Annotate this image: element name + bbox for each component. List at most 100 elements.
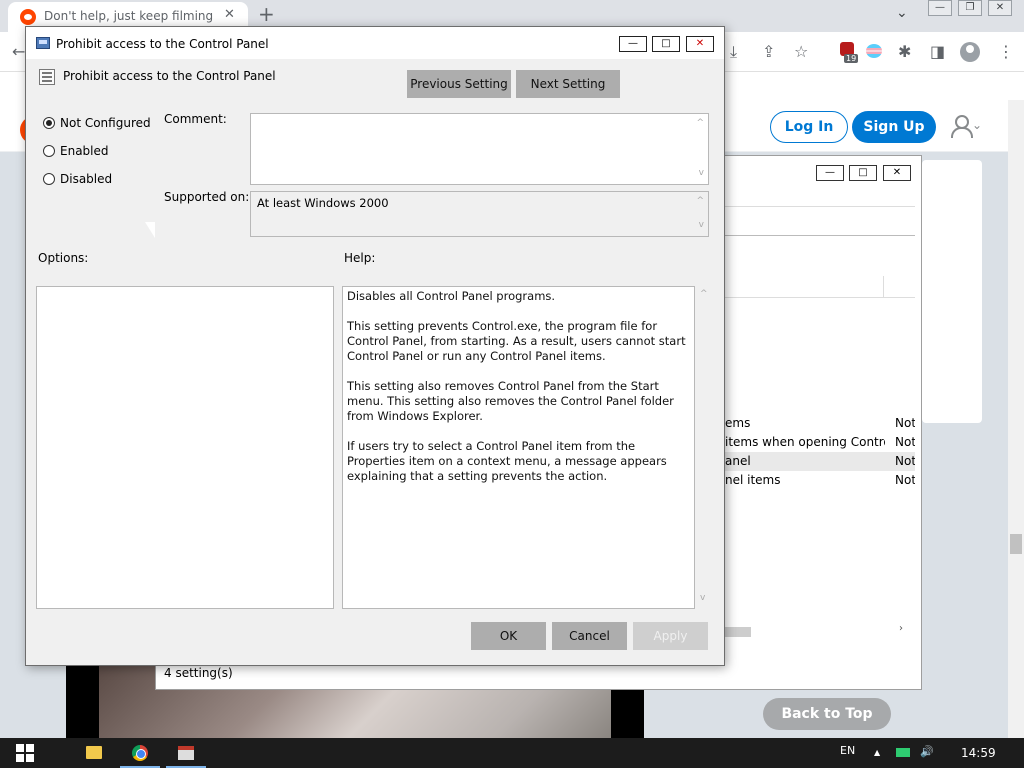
gpo-list-header xyxy=(725,276,915,298)
supported-on-label: Supported on: xyxy=(164,190,250,204)
gpo-statusbar: 4 setting(s) xyxy=(155,664,922,690)
setting-state: Not xyxy=(895,435,915,449)
windows-logo-icon xyxy=(16,754,24,762)
tab-title: Don't help, just keep filming xyxy=(44,9,214,23)
dialog-close-button[interactable]: ✕ xyxy=(686,36,714,52)
previous-setting-button[interactable]: Previous Setting xyxy=(407,70,511,98)
radio-enabled[interactable]: Enabled xyxy=(43,142,163,160)
dialog-minimize-button[interactable]: — xyxy=(619,36,647,52)
browser-menu-icon[interactable]: ⋮ xyxy=(998,42,1014,61)
table-row[interactable]: items when opening Control ... Not xyxy=(725,433,915,452)
windows-logo-icon xyxy=(16,744,24,752)
share-icon[interactable]: ⇪ xyxy=(762,42,775,61)
scroll-up-icon[interactable]: ^ xyxy=(696,196,704,206)
tray-up-arrow-icon[interactable]: ▲ xyxy=(874,748,880,757)
gpo-titlebar: — □ ✕ xyxy=(725,156,921,188)
gpo-hscroll-thumb[interactable] xyxy=(725,627,751,637)
browser-close-button[interactable]: ✕ xyxy=(988,0,1012,16)
cancel-button[interactable]: Cancel xyxy=(552,622,627,650)
radio-selected-icon[interactable] xyxy=(43,117,55,129)
taskbar-clock[interactable]: 14:59 xyxy=(961,746,996,760)
tab-close-icon[interactable]: ✕ xyxy=(224,7,235,22)
back-arrow-icon[interactable]: ← xyxy=(12,42,25,61)
policy-setting-dialog: Prohibit access to the Control Panel — □… xyxy=(25,26,725,666)
status-text: 4 setting(s) xyxy=(164,666,233,680)
setting-name: ems xyxy=(725,416,751,430)
setting-state: Not xyxy=(895,473,915,487)
help-scroll-up-icon[interactable]: ^ xyxy=(700,289,708,299)
page-scrollbar[interactable] xyxy=(1008,100,1024,738)
chevron-down-icon[interactable]: ⌄ xyxy=(972,118,982,132)
browser-minimize-button[interactable]: — xyxy=(928,0,952,16)
browser-restore-button[interactable]: ❐ xyxy=(958,0,982,16)
setting-name: items when opening Control ... xyxy=(725,435,885,449)
scroll-down-icon[interactable]: v xyxy=(699,220,704,230)
chrome-profile-avatar-icon[interactable] xyxy=(960,42,980,62)
dialog-maximize-button[interactable]: □ xyxy=(652,36,680,52)
extensions-puzzle-icon[interactable]: ✱ xyxy=(898,42,911,61)
table-row[interactable]: ems Not xyxy=(725,414,915,433)
help-panel: Disables all Control Panel programs. Thi… xyxy=(342,286,695,609)
battery-icon[interactable] xyxy=(896,748,910,757)
scroll-down-icon[interactable]: v xyxy=(699,168,704,178)
comment-textarea[interactable]: ^ v xyxy=(250,113,709,185)
help-paragraph: This setting prevents Control.exe, the p… xyxy=(347,319,686,363)
table-row[interactable]: nel items Not xyxy=(725,471,915,490)
group-policy-editor-window: — □ ✕ ems Not items when opening Control… xyxy=(724,155,922,690)
help-paragraph: This setting also removes Control Panel … xyxy=(347,379,674,423)
table-row-selected[interactable]: anel Not xyxy=(725,452,915,471)
gpo-restore-button[interactable]: □ xyxy=(849,165,877,181)
setting-state: Not xyxy=(895,454,915,468)
bookmark-star-icon[interactable]: ☆ xyxy=(794,42,808,61)
volume-icon[interactable]: 🔊 xyxy=(920,745,934,758)
ok-button[interactable]: OK xyxy=(471,622,546,650)
radio-unselected-icon[interactable] xyxy=(43,173,55,185)
mouse-cursor-icon xyxy=(145,222,155,238)
help-paragraph: Disables all Control Panel programs. xyxy=(347,289,556,303)
radio-label: Not Configured xyxy=(60,116,151,130)
setting-name: anel xyxy=(725,454,751,468)
radio-label: Enabled xyxy=(60,144,109,158)
next-setting-button[interactable]: Next Setting xyxy=(516,70,620,98)
folder-icon xyxy=(86,746,102,759)
scroll-up-icon[interactable]: ^ xyxy=(696,118,704,128)
login-button[interactable]: Log In xyxy=(770,111,848,143)
gpo-horizontal-scrollbar[interactable]: › xyxy=(725,623,915,639)
user-menu-icon[interactable] xyxy=(950,114,973,138)
dialog-title: Prohibit access to the Control Panel xyxy=(56,37,269,51)
gpo-minimize-button[interactable]: — xyxy=(816,165,844,181)
help-paragraph: If users try to select a Control Panel i… xyxy=(347,439,667,483)
options-panel xyxy=(36,286,334,609)
language-indicator[interactable]: EN xyxy=(840,744,855,757)
help-scroll-down-icon[interactable]: v xyxy=(700,593,705,603)
extension-badge-count: 19 xyxy=(844,54,859,63)
tab-search-icon[interactable]: ⌄ xyxy=(896,5,908,21)
start-button[interactable] xyxy=(16,744,34,762)
supported-on-value: At least Windows 2000 xyxy=(257,196,389,210)
gpo-close-button[interactable]: ✕ xyxy=(883,165,911,181)
windows-logo-icon xyxy=(26,754,34,762)
policy-name-heading: Prohibit access to the Control Panel xyxy=(63,69,276,83)
scroll-right-arrow-icon[interactable]: › xyxy=(899,623,903,634)
taskbar-file-explorer[interactable] xyxy=(74,738,114,768)
options-label: Options: xyxy=(38,251,89,265)
windows-logo-icon xyxy=(26,744,34,752)
new-tab-button[interactable]: + xyxy=(258,2,275,26)
taskbar-group-policy-editor[interactable] xyxy=(166,738,206,768)
apply-button[interactable]: Apply xyxy=(633,622,708,650)
radio-disabled[interactable]: Disabled xyxy=(43,170,163,188)
signup-button[interactable]: Sign Up xyxy=(852,111,936,143)
side-panel-icon[interactable]: ◨ xyxy=(930,42,945,61)
mmc-console-icon xyxy=(178,746,194,760)
taskbar-chrome[interactable] xyxy=(120,738,160,768)
back-to-top-button[interactable]: Back to Top xyxy=(763,698,891,730)
page-scroll-thumb[interactable] xyxy=(1010,534,1022,554)
pride-flag-extension-icon[interactable] xyxy=(866,44,882,58)
radio-unselected-icon[interactable] xyxy=(43,145,55,157)
policy-setting-icon xyxy=(39,69,55,85)
radio-not-configured[interactable]: Not Configured xyxy=(43,114,163,132)
gpo-toolbar xyxy=(725,206,915,236)
install-icon[interactable]: ⤓ xyxy=(730,42,737,62)
comment-label: Comment: xyxy=(164,112,227,126)
help-text: Disables all Control Panel programs. Thi… xyxy=(347,289,692,499)
